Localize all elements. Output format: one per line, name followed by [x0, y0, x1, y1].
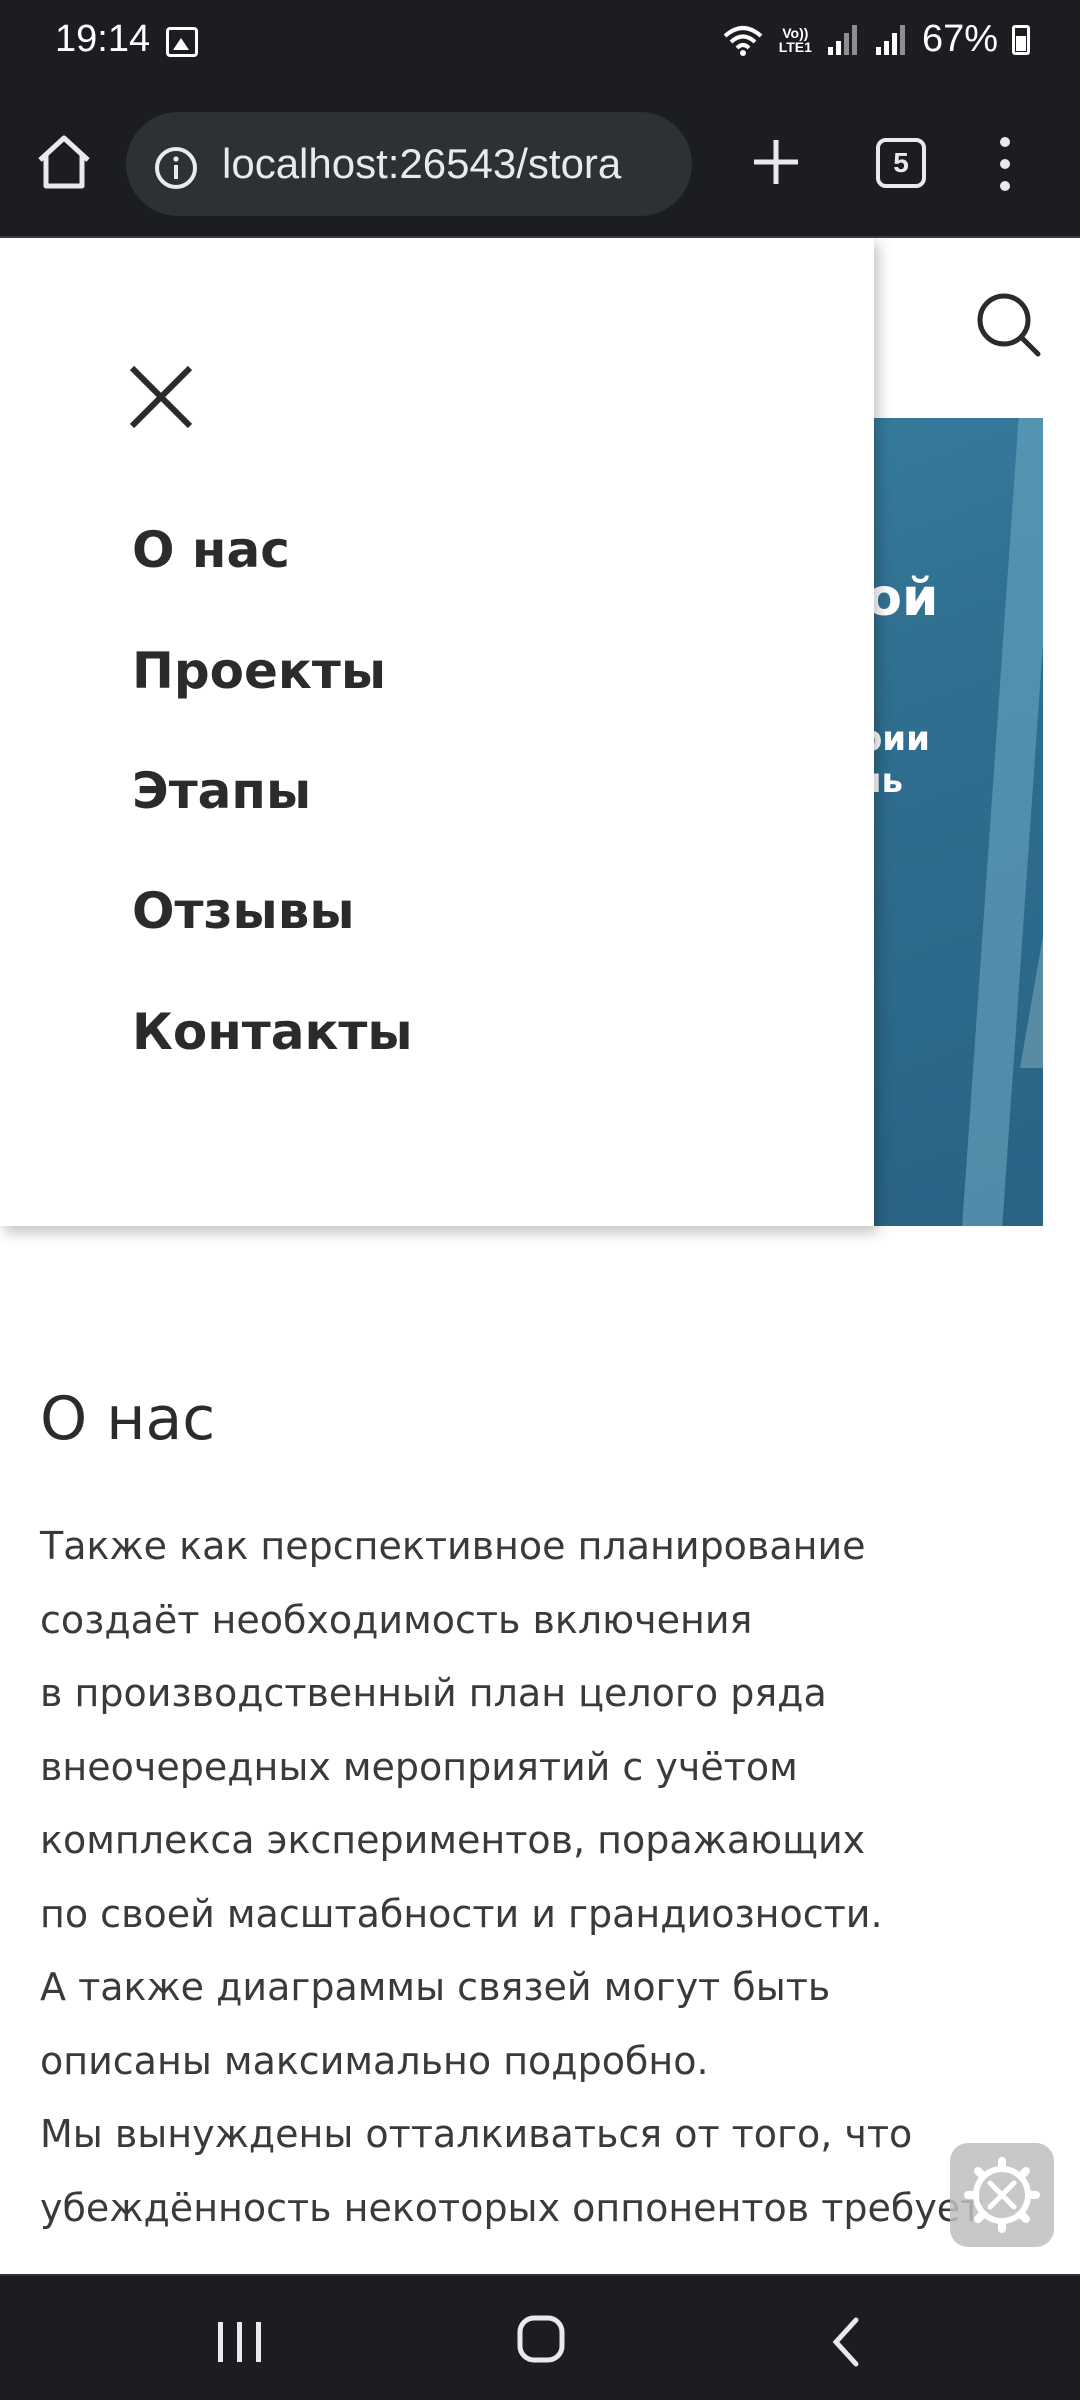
status-icons: Vo)) LTE1 67%	[721, 18, 1030, 61]
url-bar[interactable]: localhost:26543/stora	[126, 112, 692, 216]
back-icon[interactable]	[826, 2314, 866, 2370]
status-bar: 19:14 Vo)) LTE1 67%	[0, 0, 1080, 86]
nav-item-projects[interactable]: Проекты	[132, 642, 386, 700]
nav-item-contacts[interactable]: Контакты	[132, 1003, 413, 1061]
info-icon[interactable]	[154, 146, 198, 190]
about-title: О нас	[40, 1384, 216, 1454]
system-nav-bar	[0, 2274, 1080, 2400]
wifi-icon	[723, 25, 763, 56]
status-time: 19:14	[55, 18, 151, 60]
nav-item-reviews[interactable]: Отзывы	[132, 882, 355, 940]
settings-button[interactable]	[950, 2143, 1054, 2247]
about-text: Также как перспективное планирование соз…	[40, 1524, 983, 2230]
home-nav-icon[interactable]	[516, 2310, 566, 2368]
settings-icon	[964, 2157, 1040, 2233]
hero-decoration	[958, 418, 1043, 1226]
browser-toolbar: localhost:26543/stora 5	[0, 86, 1080, 238]
more-vert-icon[interactable]	[990, 134, 1020, 194]
recents-icon[interactable]	[210, 2316, 270, 2368]
battery-icon	[1012, 24, 1030, 55]
signal-icon-2	[874, 23, 908, 57]
gallery-notification-icon	[166, 27, 198, 57]
plus-icon[interactable]	[748, 134, 804, 190]
nav-drawer: О нас Проекты Этапы Отзывы Контакты	[0, 238, 874, 1226]
lte-indicator: Vo)) LTE1	[778, 24, 812, 55]
close-icon[interactable]	[126, 362, 196, 432]
tabs-icon[interactable]: 5	[876, 138, 926, 188]
hero-decoration-shape	[870, 838, 1043, 1068]
home-icon[interactable]	[32, 130, 96, 194]
search-icon[interactable]	[974, 290, 1044, 360]
url-text[interactable]: localhost:26543/stora	[222, 140, 621, 188]
battery-percent: 67%	[921, 18, 998, 60]
nav-item-stages[interactable]: Этапы	[132, 762, 311, 820]
signal-icon-1	[826, 23, 860, 57]
nav-item-about[interactable]: О нас	[132, 521, 290, 579]
